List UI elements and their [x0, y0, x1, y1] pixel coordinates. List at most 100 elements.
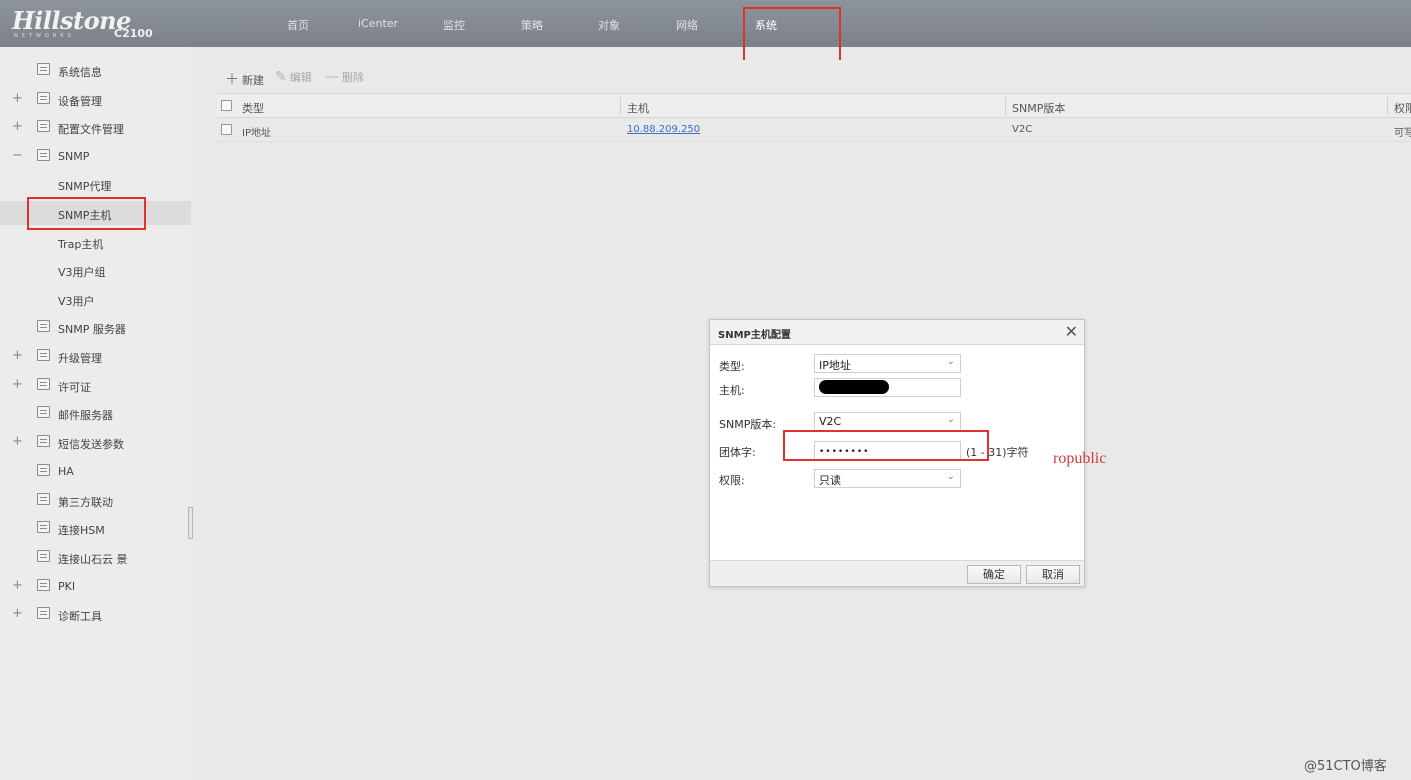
sidebar-item-label: SNMP主机 — [58, 209, 112, 222]
close-icon[interactable]: ✕ — [1065, 322, 1078, 341]
community-password-input[interactable]: •••••••• — [814, 441, 961, 460]
sidebar-item-mail-server[interactable]: 邮件服务器 — [0, 401, 191, 425]
edit-button[interactable]: ✎ 编辑 — [275, 69, 312, 85]
nav-object[interactable]: 对象 — [598, 17, 620, 33]
hsm-icon — [37, 521, 50, 533]
table-header: 类型 主机 SNMP版本 权限 — [217, 93, 1411, 118]
community-password-value: •••••••• — [819, 447, 870, 457]
pencil-icon: ✎ — [275, 69, 287, 85]
collapse-icon[interactable]: − — [12, 148, 23, 163]
sidebar-item-v3-user[interactable]: V3用户 — [0, 287, 191, 311]
chevron-down-icon: ⌄ — [946, 414, 955, 425]
dialog-footer: 确定 取消 — [710, 560, 1084, 586]
sidebar-item-label: Trap主机 — [58, 238, 104, 251]
annotation-text: ropublic — [1053, 450, 1107, 467]
column-snmp-version[interactable]: SNMP版本 — [1012, 100, 1065, 116]
type-select-value: IP地址 — [819, 359, 851, 372]
column-divider[interactable] — [1387, 97, 1388, 115]
sidebar-collapse-handle[interactable] — [188, 507, 193, 539]
sidebar-item-label: 系统信息 — [58, 66, 102, 79]
ok-button[interactable]: 确定 — [967, 565, 1021, 584]
sidebar-item-trap-host[interactable]: Trap主机 — [0, 230, 191, 254]
server-icon — [37, 320, 50, 332]
select-all-checkbox[interactable] — [221, 100, 232, 111]
diagnostic-icon — [37, 607, 50, 619]
nav-home[interactable]: 首页 — [287, 17, 309, 33]
expand-icon[interactable]: + — [12, 606, 23, 621]
delete-button[interactable]: — 删除 — [325, 69, 364, 85]
cell-host-link[interactable]: 10.88.209.250 — [627, 124, 700, 135]
cell-version: V2C — [1012, 124, 1033, 135]
sidebar-item-diagnostic[interactable]: + 诊断工具 — [0, 602, 191, 626]
license-icon — [37, 378, 50, 390]
top-navigation-bar: Hillstone NETWORKS C2100 首页 iCenter 监控 策… — [0, 0, 1411, 47]
sidebar-item-label: 短信发送参数 — [58, 438, 124, 451]
snmp-host-config-dialog: SNMP主机配置 ✕ 类型: IP地址 ⌄ 主机: SNMP版本: V2C ⌄ … — [709, 319, 1085, 587]
sidebar-item-cloud[interactable]: 连接山石云 景 — [0, 545, 191, 569]
cell-permission: 可写 — [1394, 128, 1411, 139]
sidebar-item-license[interactable]: + 许可证 — [0, 373, 191, 397]
sidebar-item-snmp-host[interactable]: SNMP主机 — [0, 201, 191, 225]
column-permission[interactable]: 权限 — [1394, 100, 1411, 116]
dialog-title: SNMP主机配置 — [718, 330, 791, 341]
mail-server-icon — [37, 406, 50, 418]
host-input[interactable] — [814, 378, 961, 397]
sidebar-item-third-party[interactable]: 第三方联动 — [0, 488, 191, 512]
sidebar-item-ha[interactable]: HA — [0, 459, 191, 483]
sidebar-item-v3-user-group[interactable]: V3用户组 — [0, 258, 191, 282]
table-row[interactable]: IP地址 10.88.209.250 V2C 可写 — [217, 118, 1411, 142]
new-button-label: 新建 — [242, 74, 264, 87]
chevron-down-icon: ⌄ — [946, 356, 955, 367]
row-checkbox[interactable] — [221, 124, 232, 135]
expand-icon[interactable]: + — [12, 434, 23, 449]
dialog-body: 类型: IP地址 ⌄ 主机: SNMP版本: V2C ⌄ 团体字: ••••••… — [710, 346, 1084, 560]
column-divider[interactable] — [1005, 97, 1006, 115]
expand-icon[interactable]: + — [12, 119, 23, 134]
column-divider[interactable] — [620, 97, 621, 115]
sidebar-item-label: 诊断工具 — [58, 610, 102, 623]
permission-select[interactable]: 只读 ⌄ — [814, 469, 961, 488]
nav-icenter[interactable]: iCenter — [358, 17, 398, 30]
permission-value: 只读 — [819, 474, 841, 487]
sidebar-item-snmp[interactable]: − SNMP — [0, 144, 191, 168]
sidebar-item-label: 连接HSM — [58, 524, 105, 537]
snmp-icon — [37, 149, 50, 161]
type-label: 类型: — [719, 360, 745, 373]
chevron-down-icon: ⌄ — [946, 471, 955, 482]
sidebar-item-upgrade[interactable]: + 升级管理 — [0, 344, 191, 368]
sidebar-item-system-info[interactable]: 系统信息 — [0, 58, 191, 82]
column-host[interactable]: 主机 — [627, 100, 649, 116]
sidebar-item-snmp-agent[interactable]: SNMP代理 — [0, 172, 191, 196]
nav-monitor[interactable]: 监控 — [443, 17, 465, 33]
nav-system[interactable]: 系统 — [755, 17, 777, 33]
new-button[interactable]: ＋新建 — [225, 69, 264, 89]
device-model: C2100 — [114, 27, 153, 40]
snmp-version-label: SNMP版本: — [719, 418, 777, 431]
sidebar-item-hsm[interactable]: 连接HSM — [0, 516, 191, 540]
snmp-version-select[interactable]: V2C ⌄ — [814, 412, 961, 431]
permission-label: 权限: — [719, 474, 745, 487]
nav-network[interactable]: 网络 — [676, 17, 698, 33]
expand-icon[interactable]: + — [12, 578, 23, 593]
dialog-title-bar[interactable]: SNMP主机配置 ✕ — [710, 320, 1084, 345]
type-select[interactable]: IP地址 ⌄ — [814, 354, 961, 373]
redaction-mark — [819, 380, 889, 394]
cancel-button[interactable]: 取消 — [1026, 565, 1080, 584]
expand-icon[interactable]: + — [12, 91, 23, 106]
sidebar-item-config-file[interactable]: + 配置文件管理 — [0, 115, 191, 139]
device-icon — [37, 92, 50, 104]
sidebar-item-label: 升级管理 — [58, 352, 102, 365]
expand-icon[interactable]: + — [12, 377, 23, 392]
column-type[interactable]: 类型 — [242, 100, 264, 116]
nav-policy[interactable]: 策略 — [521, 17, 543, 33]
sidebar-item-label: SNMP — [58, 150, 90, 163]
sidebar-item-pki[interactable]: + PKI — [0, 574, 191, 598]
community-label: 团体字: — [719, 446, 756, 459]
watermark: @51CTO博客 — [1304, 759, 1387, 774]
sidebar-item-label: 连接山石云 景 — [58, 553, 128, 566]
edit-button-label: 编辑 — [289, 71, 312, 84]
sidebar-item-snmp-server[interactable]: SNMP 服务器 — [0, 315, 191, 339]
sidebar-item-device-management[interactable]: + 设备管理 — [0, 87, 191, 111]
expand-icon[interactable]: + — [12, 348, 23, 363]
sidebar-item-sms-params[interactable]: + 短信发送参数 — [0, 430, 191, 454]
